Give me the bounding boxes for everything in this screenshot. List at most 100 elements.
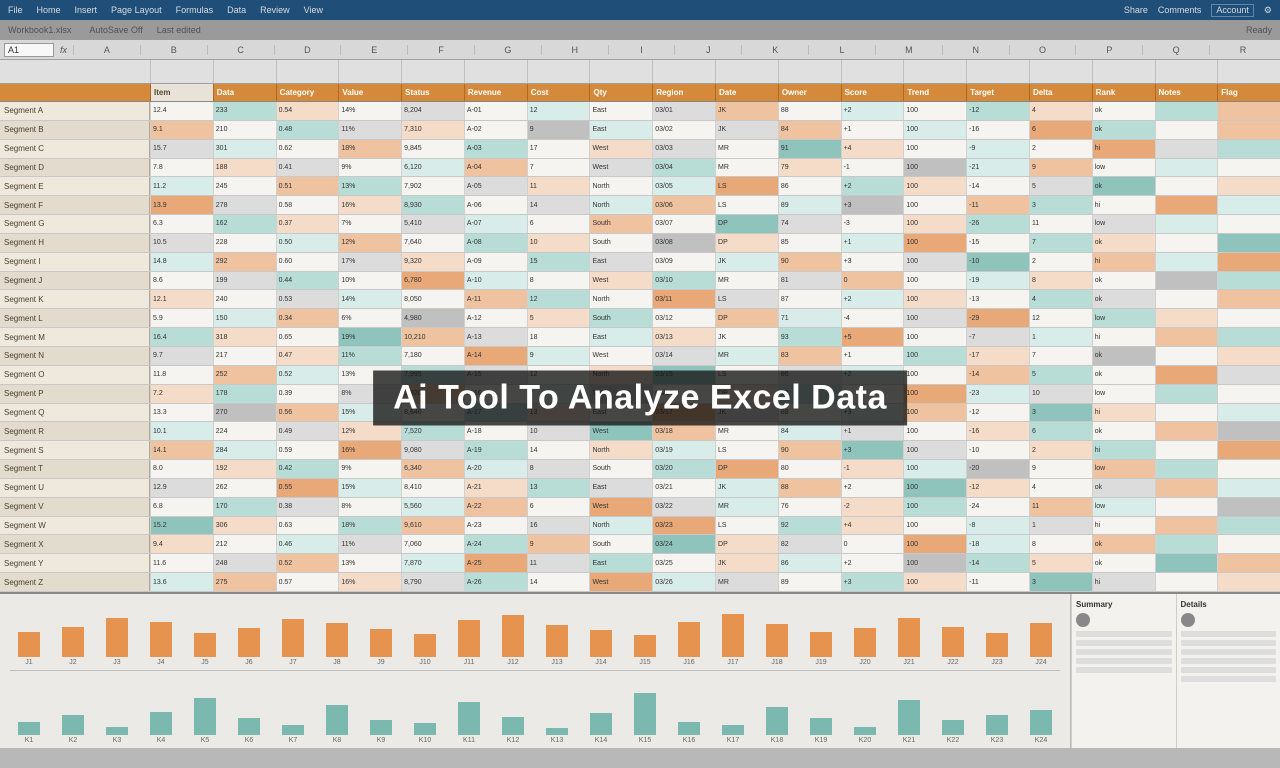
cell[interactable]: +4: [841, 517, 904, 535]
cell[interactable]: 14.8: [150, 253, 213, 271]
cell[interactable]: 8: [527, 272, 590, 290]
column-letter[interactable]: F: [407, 45, 474, 55]
cell[interactable]: 03/03: [652, 140, 715, 158]
cell[interactable]: 6: [527, 215, 590, 233]
cell[interactable]: 7,310: [401, 121, 464, 139]
row-label[interactable]: Segment Z: [0, 573, 150, 591]
column-letter[interactable]: N: [942, 45, 1009, 55]
cell[interactable]: A-25: [464, 554, 527, 572]
cell[interactable]: 13%: [338, 554, 401, 572]
cell[interactable]: 7: [527, 159, 590, 177]
cell[interactable]: 03/12: [652, 309, 715, 327]
cell[interactable]: 0.59: [276, 441, 339, 459]
cell[interactable]: 284: [213, 441, 276, 459]
cell[interactable]: 7,902: [401, 177, 464, 195]
row-label[interactable]: Segment D: [0, 159, 150, 177]
table-row[interactable]: Segment V6.81700.388%5,560A-226West03/22…: [0, 498, 1280, 517]
cell[interactable]: 7,180: [401, 347, 464, 365]
cell[interactable]: A-02: [464, 121, 527, 139]
cell[interactable]: ok: [1092, 422, 1155, 440]
cell[interactable]: 6,340: [401, 460, 464, 478]
cell[interactable]: 7.8: [150, 159, 213, 177]
table-row[interactable]: Segment L5.91500.346%4,980A-125South03/1…: [0, 309, 1280, 328]
row-label[interactable]: Segment A: [0, 102, 150, 120]
cell[interactable]: 5,560: [401, 498, 464, 516]
cell[interactable]: ok: [1092, 479, 1155, 497]
cell[interactable]: 03/04: [652, 159, 715, 177]
cell[interactable]: 90: [778, 441, 841, 459]
cell[interactable]: East: [589, 328, 652, 346]
cell[interactable]: [1217, 290, 1280, 308]
cell[interactable]: 100: [903, 196, 966, 214]
cell[interactable]: A-09: [464, 253, 527, 271]
cell[interactable]: ok: [1092, 177, 1155, 195]
cell[interactable]: 12.9: [150, 479, 213, 497]
cell[interactable]: -14: [966, 177, 1029, 195]
cell[interactable]: ok: [1092, 102, 1155, 120]
cell[interactable]: +2: [841, 554, 904, 572]
cell[interactable]: 8: [1029, 272, 1092, 290]
cell[interactable]: [1217, 215, 1280, 233]
cell[interactable]: 03/14: [652, 347, 715, 365]
column-header[interactable]: Revenue: [464, 84, 527, 101]
cell[interactable]: 03/19: [652, 441, 715, 459]
cell[interactable]: [1155, 290, 1218, 308]
cell[interactable]: 13.6: [150, 573, 213, 591]
cell[interactable]: [1155, 309, 1218, 327]
ribbon-item[interactable]: View: [304, 5, 323, 15]
cell[interactable]: ok: [1092, 535, 1155, 553]
cell[interactable]: 9,845: [401, 140, 464, 158]
cell[interactable]: 2: [1029, 441, 1092, 459]
row-label[interactable]: Segment E: [0, 177, 150, 195]
cell[interactable]: A-07: [464, 215, 527, 233]
table-row[interactable]: Segment G6.31620.377%5,410A-076South03/0…: [0, 215, 1280, 234]
table-row[interactable]: Segment Y11.62480.5213%7,870A-2511East03…: [0, 554, 1280, 573]
cell[interactable]: West: [589, 347, 652, 365]
cell[interactable]: 9,080: [401, 441, 464, 459]
column-letter[interactable]: B: [140, 45, 207, 55]
cell[interactable]: 03/06: [652, 196, 715, 214]
row-label[interactable]: Segment I: [0, 253, 150, 271]
cell[interactable]: 0.49: [276, 422, 339, 440]
cell[interactable]: -16: [966, 422, 1029, 440]
cell[interactable]: ok: [1092, 366, 1155, 384]
cell[interactable]: A-21: [464, 479, 527, 497]
column-header[interactable]: Owner: [778, 84, 841, 101]
cell[interactable]: 14: [527, 441, 590, 459]
cell[interactable]: 9.7: [150, 347, 213, 365]
cell[interactable]: 11.6: [150, 554, 213, 572]
row-label[interactable]: Segment C: [0, 140, 150, 158]
row-label[interactable]: Segment M: [0, 328, 150, 346]
cell[interactable]: hi: [1092, 573, 1155, 591]
cell[interactable]: -12: [966, 404, 1029, 422]
cell[interactable]: 0.34: [276, 309, 339, 327]
table-row[interactable]: Segment D7.81880.419%6,120A-047West03/04…: [0, 159, 1280, 178]
cell[interactable]: +4: [841, 140, 904, 158]
cell[interactable]: 1: [1029, 328, 1092, 346]
cell[interactable]: +3: [841, 253, 904, 271]
cell[interactable]: A-12: [464, 309, 527, 327]
cell[interactable]: 15: [527, 253, 590, 271]
cell[interactable]: LS: [715, 517, 778, 535]
cell[interactable]: [1217, 385, 1280, 403]
cell[interactable]: -4: [841, 309, 904, 327]
cell[interactable]: ok: [1092, 272, 1155, 290]
cell[interactable]: 10.5: [150, 234, 213, 252]
cell[interactable]: 100: [903, 460, 966, 478]
cell[interactable]: 03/20: [652, 460, 715, 478]
cell[interactable]: 11: [527, 177, 590, 195]
column-header[interactable]: Notes: [1155, 84, 1218, 101]
cell[interactable]: 11: [1029, 215, 1092, 233]
cell[interactable]: 100: [903, 498, 966, 516]
cell[interactable]: -26: [966, 215, 1029, 233]
cell[interactable]: hi: [1092, 517, 1155, 535]
cell[interactable]: 76: [778, 498, 841, 516]
column-letter[interactable]: C: [207, 45, 274, 55]
cell[interactable]: North: [589, 290, 652, 308]
ribbon-item[interactable]: Formulas: [176, 5, 214, 15]
cell[interactable]: +5: [841, 328, 904, 346]
cell[interactable]: 0.56: [276, 404, 339, 422]
cell[interactable]: [1217, 272, 1280, 290]
cell[interactable]: East: [589, 253, 652, 271]
cell[interactable]: -2: [841, 498, 904, 516]
